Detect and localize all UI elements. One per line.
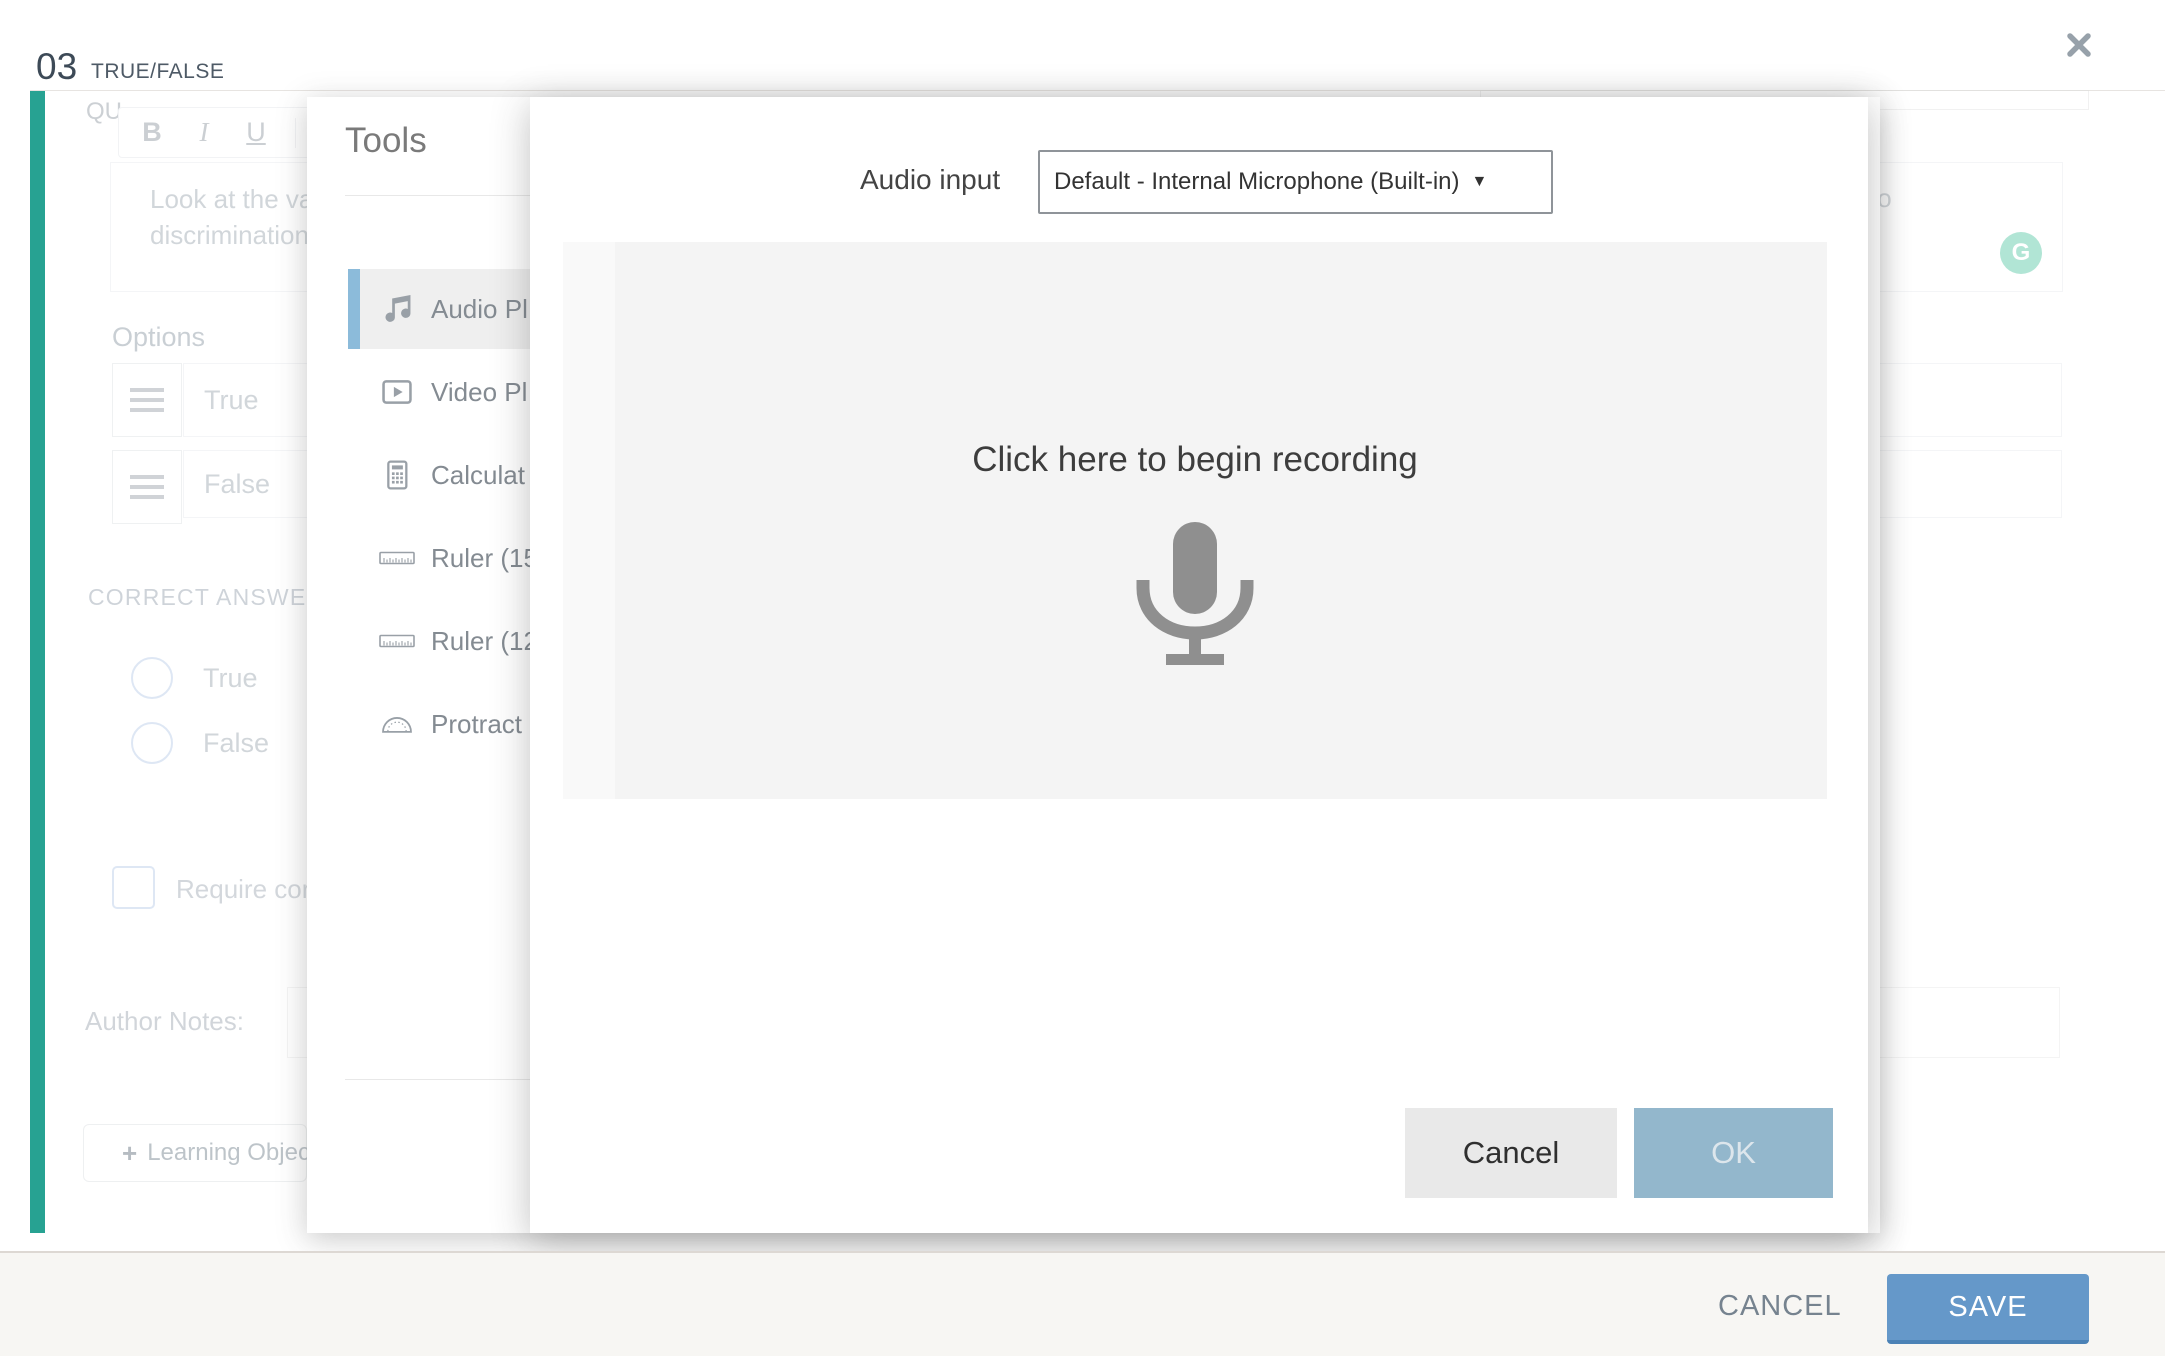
audio-input-label: Audio input bbox=[860, 164, 1000, 196]
tool-item-label: Calculat bbox=[431, 460, 525, 491]
editor-footer: CANCEL SAVE bbox=[0, 1251, 2165, 1356]
add-learning-objective-button[interactable]: + Learning Objec bbox=[83, 1124, 307, 1182]
tool-item-label: Protract bbox=[431, 709, 522, 740]
selected-indicator-bar bbox=[348, 269, 360, 349]
footer-cancel-button[interactable]: CANCEL bbox=[1718, 1290, 1842, 1323]
grammarly-icon[interactable]: G bbox=[2000, 232, 2042, 274]
music-note-icon bbox=[379, 291, 415, 327]
audio-ok-button[interactable]: OK bbox=[1634, 1108, 1833, 1198]
audio-input-selected-value: Default - Internal Microphone (Built-in) bbox=[1054, 168, 1460, 196]
require-checkbox-label: Require cor bbox=[176, 874, 310, 905]
protractor-icon bbox=[379, 706, 415, 742]
audio-recorder-dialog: Audio input Default - Internal Microphon… bbox=[530, 97, 1868, 1233]
microphone-icon bbox=[1130, 520, 1260, 675]
correct-answer-label: CORRECT ANSWER bbox=[88, 584, 324, 611]
tool-item-label: Ruler (12 bbox=[431, 626, 538, 657]
audio-cancel-button[interactable]: Cancel bbox=[1405, 1108, 1617, 1198]
drag-handle[interactable] bbox=[112, 363, 182, 437]
app-canvas: 03 TRUE/FALSE QU B I U A ▾ Look at the v… bbox=[0, 0, 2165, 1356]
video-player-icon bbox=[379, 374, 415, 410]
question-text-line: Look at the var bbox=[150, 181, 322, 217]
radio-false-label: False bbox=[203, 728, 269, 759]
record-prompt-text: Click here to begin recording bbox=[563, 440, 1827, 480]
tools-dialog-title: Tools bbox=[345, 121, 427, 161]
recording-panel[interactable]: Click here to begin recording bbox=[563, 242, 1827, 799]
calculator-icon bbox=[379, 457, 415, 493]
options-section-label: Options bbox=[112, 322, 205, 353]
question-section-label: QU bbox=[86, 98, 122, 126]
italic-button[interactable]: I bbox=[191, 117, 217, 148]
tool-item-label: Audio Pl bbox=[431, 294, 528, 325]
plus-icon: + bbox=[122, 1138, 137, 1169]
tool-item-label: Video Pl bbox=[431, 377, 527, 408]
tool-item-label: Ruler (15 bbox=[431, 543, 538, 574]
ruler-icon bbox=[379, 623, 415, 659]
radio-true-label: True bbox=[203, 663, 258, 694]
drag-handle[interactable] bbox=[112, 450, 182, 524]
radio-false[interactable] bbox=[131, 722, 173, 764]
underline-button[interactable]: U bbox=[243, 117, 269, 148]
question-text-line: discrimination, bbox=[150, 217, 322, 253]
require-checkbox[interactable] bbox=[112, 866, 155, 909]
dropdown-arrow-icon: ▼ bbox=[1472, 173, 1488, 191]
toolbar-divider bbox=[295, 118, 296, 148]
footer-save-button[interactable]: SAVE bbox=[1887, 1274, 2089, 1344]
add-learning-objective-label: Learning Objec bbox=[147, 1139, 310, 1167]
ruler-icon bbox=[379, 540, 415, 576]
bold-button[interactable]: B bbox=[139, 117, 165, 148]
radio-true[interactable] bbox=[131, 657, 173, 699]
audio-input-select[interactable]: Default - Internal Microphone (Built-in)… bbox=[1038, 150, 1553, 214]
author-notes-label: Author Notes: bbox=[85, 1006, 244, 1037]
question-text: Look at the var discrimination, bbox=[150, 181, 322, 253]
